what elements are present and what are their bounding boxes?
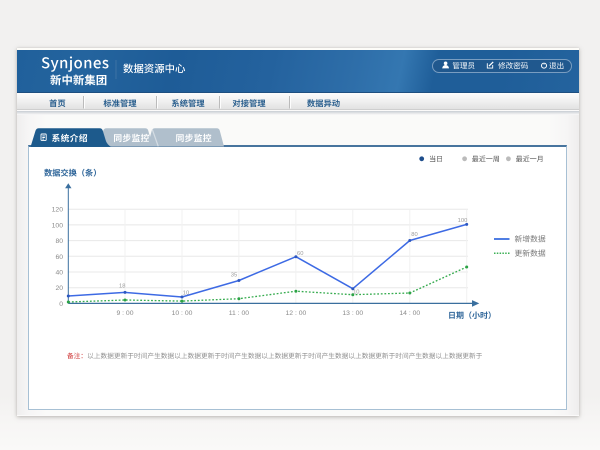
svg-text:13 : 00: 13 : 00 bbox=[342, 310, 363, 317]
svg-text:20: 20 bbox=[55, 285, 63, 292]
svg-text:10: 10 bbox=[353, 290, 359, 296]
svg-text:35: 35 bbox=[231, 273, 237, 279]
svg-text:80: 80 bbox=[411, 232, 417, 238]
svg-text:0: 0 bbox=[59, 301, 63, 308]
svg-text:12 : 00: 12 : 00 bbox=[286, 310, 307, 317]
svg-text:60: 60 bbox=[55, 254, 63, 261]
svg-text:10 : 00: 10 : 00 bbox=[172, 310, 193, 317]
svg-text:14 : 00: 14 : 00 bbox=[399, 310, 420, 317]
svg-text:120: 120 bbox=[52, 207, 64, 214]
svg-text:10: 10 bbox=[183, 290, 189, 296]
svg-text:80: 80 bbox=[55, 238, 63, 245]
svg-text:11 : 00: 11 : 00 bbox=[229, 310, 250, 317]
svg-text:100: 100 bbox=[52, 222, 64, 229]
svg-text:9 : 00: 9 : 00 bbox=[116, 310, 133, 317]
svg-text:40: 40 bbox=[55, 270, 63, 277]
svg-text:60: 60 bbox=[297, 251, 303, 257]
svg-text:100: 100 bbox=[458, 218, 468, 224]
svg-text:18: 18 bbox=[119, 284, 125, 290]
